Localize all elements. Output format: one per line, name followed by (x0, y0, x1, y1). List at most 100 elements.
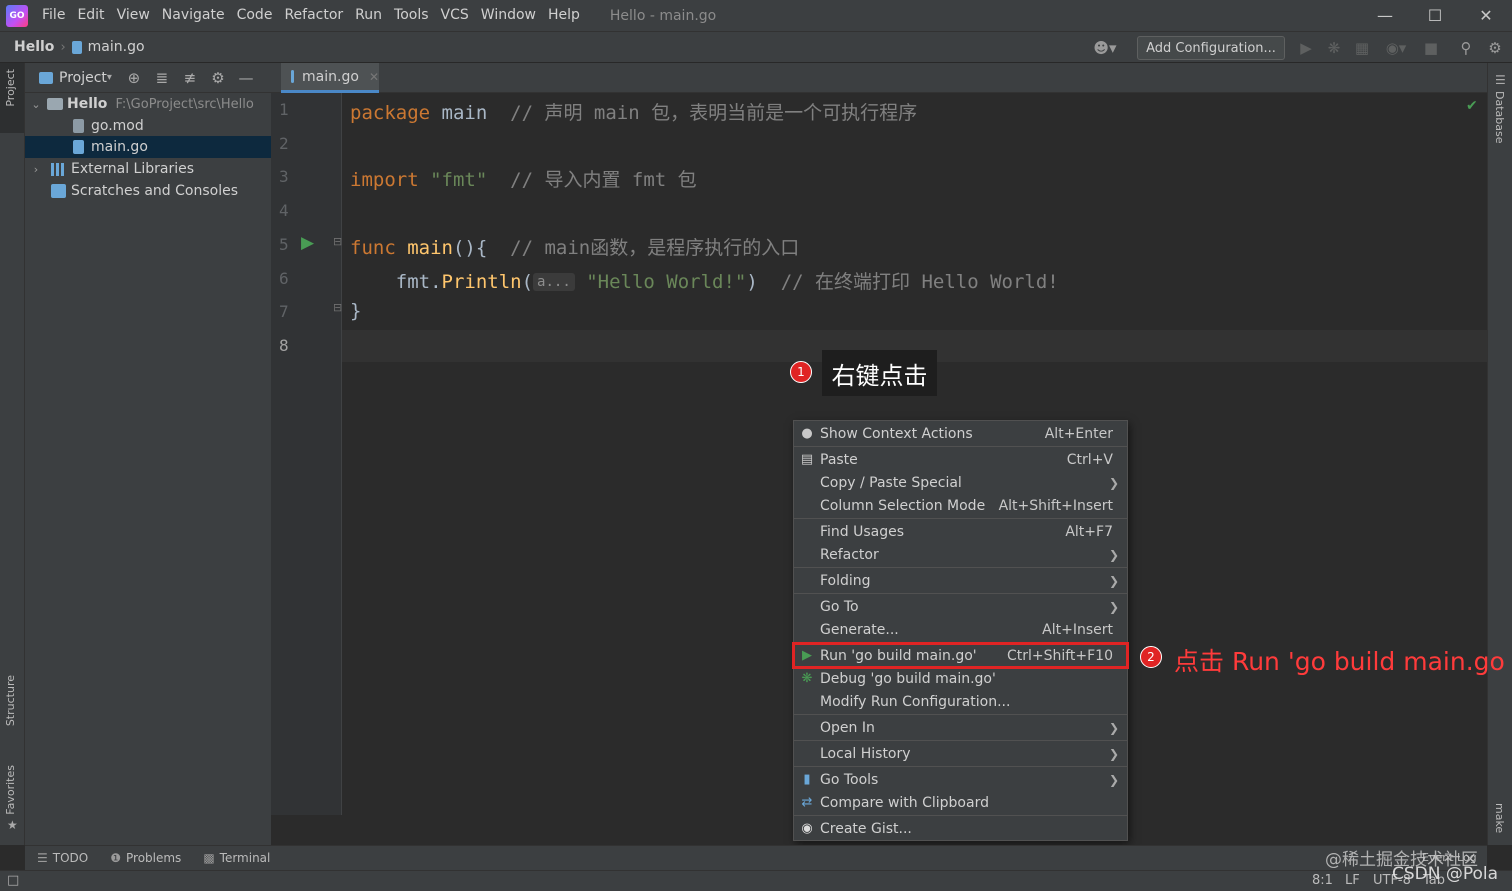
menu-run[interactable]: Run (349, 0, 388, 31)
menu-help[interactable]: Help (542, 0, 586, 31)
tree-item-external-libraries[interactable]: › External Libraries (25, 158, 271, 180)
caret-position[interactable]: 8:1 (1312, 873, 1333, 888)
breadcrumb-file[interactable]: main.go (88, 39, 145, 55)
step-1-callout: 右键点击 (822, 350, 937, 396)
search-icon[interactable]: ⚲ (1455, 37, 1477, 59)
menu-item-folding[interactable]: Folding ❯ (794, 569, 1127, 592)
menu-item-copy-paste-special[interactable]: Copy / Paste Special ❯ (794, 471, 1127, 494)
menu-separator (794, 766, 1127, 767)
editor-gutter: 1 2 3 4 5 6 7 8 ▶ ⊟ ⊟ (271, 93, 342, 815)
right-tool-strip: ☰ Database make (1487, 63, 1512, 845)
tree-item-label: Scratches and Consoles (71, 183, 238, 199)
menu-code[interactable]: Code (231, 0, 279, 31)
locate-file-icon[interactable]: ⊕ (120, 69, 148, 87)
title-menu-bar: GO File Edit View Navigate Code Refactor… (0, 0, 1512, 31)
menu-refactor[interactable]: Refactor (278, 0, 349, 31)
maximize-icon[interactable]: ☐ (1410, 0, 1460, 31)
github-icon: ◉ (801, 821, 813, 836)
menu-item-debug-go-build[interactable]: ❋ Debug 'go build main.go' (794, 667, 1127, 690)
menu-item-find-usages[interactable]: Find Usages Alt+F7 (794, 520, 1127, 543)
line-number: 2 (279, 134, 289, 153)
submenu-arrow-icon: ❯ (1108, 772, 1119, 787)
favorites-strip-label[interactable]: Favorites (4, 765, 17, 815)
navigation-bar: Hello › main.go ☻▾ Add Configuration... … (0, 31, 1512, 63)
scratches-icon (51, 184, 66, 198)
menu-file[interactable]: File (36, 0, 71, 31)
menu-item-show-context-actions[interactable]: ● Show Context Actions Alt+Enter (794, 422, 1127, 445)
code-line-7: } (350, 300, 362, 322)
menu-item-go-to[interactable]: Go To ❯ (794, 595, 1127, 618)
tree-item-main-go[interactable]: main.go (25, 136, 271, 158)
make-strip-label[interactable]: make (1493, 803, 1506, 833)
breadcrumb-project[interactable]: Hello (0, 39, 54, 55)
menu-edit[interactable]: Edit (71, 0, 110, 31)
menu-item-column-selection-mode[interactable]: Column Selection Mode Alt+Shift+Insert (794, 494, 1127, 517)
menu-separator (794, 815, 1127, 816)
library-icon (51, 162, 66, 176)
debug-toolbar-icon[interactable]: ❋ (1323, 37, 1345, 59)
menu-item-go-tools[interactable]: ▮ Go Tools ❯ (794, 768, 1127, 791)
structure-strip-label[interactable]: Structure (4, 675, 17, 726)
terminal-tab[interactable]: ▩ Terminal (203, 851, 270, 865)
project-toolbar: Project ▾ ⊕ ≣ ≢ ⚙ — (25, 63, 271, 93)
list-icon: ☰ (37, 851, 48, 865)
fold-icon[interactable]: ⊟ (333, 235, 342, 248)
root-folder-path: F:\GoProject\src\Hello (115, 96, 254, 112)
no-problems-check-icon: ✔ (1466, 98, 1478, 114)
user-dropdown-icon[interactable]: ☻▾ (1090, 37, 1120, 59)
menu-navigate[interactable]: Navigate (156, 0, 231, 31)
add-configuration-button[interactable]: Add Configuration... (1137, 36, 1285, 60)
chevron-down-icon[interactable]: ⌄ (29, 98, 43, 111)
menu-view[interactable]: View (111, 0, 156, 31)
tree-item-label: go.mod (91, 118, 144, 134)
collapse-all-icon[interactable]: ≢ (176, 69, 204, 87)
line-number: 3 (279, 167, 289, 186)
menu-item-paste[interactable]: ▤ Paste Ctrl+V (794, 448, 1127, 471)
hide-panel-icon[interactable]: — (232, 69, 260, 87)
run-gutter-icon[interactable]: ▶ (301, 233, 314, 253)
tool-windows-toggle-icon[interactable]: □ (7, 873, 19, 888)
editor-tab-bar: main.go ✕ (271, 63, 1487, 93)
menu-item-create-gist[interactable]: ◉ Create Gist... (794, 817, 1127, 840)
tab-main-go[interactable]: main.go ✕ (281, 63, 379, 93)
tree-item-go-mod[interactable]: go.mod (25, 115, 271, 137)
menu-item-compare-with-clipboard[interactable]: ⇄ Compare with Clipboard (794, 791, 1127, 814)
submenu-arrow-icon: ❯ (1108, 720, 1119, 735)
menu-separator (794, 518, 1127, 519)
go-file-icon (73, 140, 84, 154)
run-toolbar-icon[interactable]: ▶ (1295, 37, 1317, 59)
expand-all-icon[interactable]: ≣ (148, 69, 176, 87)
project-settings-gear-icon[interactable]: ⚙ (204, 69, 232, 87)
project-view-dropdown[interactable]: Project (59, 70, 107, 86)
menu-item-generate[interactable]: Generate... Alt+Insert (794, 618, 1127, 641)
menu-item-refactor[interactable]: Refactor ❯ (794, 543, 1127, 566)
chevron-down-icon[interactable]: ▾ (107, 72, 112, 83)
minimize-icon[interactable]: — (1360, 0, 1410, 31)
menu-item-local-history[interactable]: Local History ❯ (794, 742, 1127, 765)
line-separator[interactable]: LF (1345, 873, 1360, 888)
tree-root-hello[interactable]: ⌄ Hello F:\GoProject\src\Hello (25, 93, 271, 115)
database-strip-label[interactable]: Database (1493, 91, 1506, 144)
menu-tools[interactable]: Tools (388, 0, 435, 31)
chevron-right-icon[interactable]: › (29, 163, 43, 176)
submenu-arrow-icon: ❯ (1108, 573, 1119, 588)
project-tool-window-tab[interactable]: Project (0, 63, 24, 133)
settings-gear-icon[interactable]: ⚙ (1484, 37, 1506, 59)
menu-window[interactable]: Window (475, 0, 542, 31)
menu-item-open-in[interactable]: Open In ❯ (794, 716, 1127, 739)
tree-item-scratches[interactable]: Scratches and Consoles (25, 180, 271, 202)
submenu-arrow-icon: ❯ (1108, 475, 1119, 490)
project-panel: Project ▾ ⊕ ≣ ≢ ⚙ — ⌄ Hello F:\GoProject… (25, 63, 271, 845)
fold-end-icon[interactable]: ⊟ (333, 301, 342, 314)
close-tab-icon[interactable]: ✕ (369, 70, 379, 84)
profile-toolbar-icon[interactable]: ◉▾ (1379, 37, 1413, 59)
close-window-icon[interactable]: ✕ (1461, 0, 1511, 31)
line-number: 5 (279, 235, 289, 254)
line-number: 4 (279, 201, 289, 220)
problems-tab[interactable]: ❶ Problems (110, 851, 181, 865)
todo-tab[interactable]: ☰ TODO (37, 851, 88, 865)
menu-item-modify-run-configuration[interactable]: Modify Run Configuration... (794, 690, 1127, 713)
menu-vcs[interactable]: VCS (435, 0, 475, 31)
stop-toolbar-icon[interactable]: ■ (1420, 37, 1442, 59)
coverage-toolbar-icon[interactable]: ▦ (1351, 37, 1373, 59)
